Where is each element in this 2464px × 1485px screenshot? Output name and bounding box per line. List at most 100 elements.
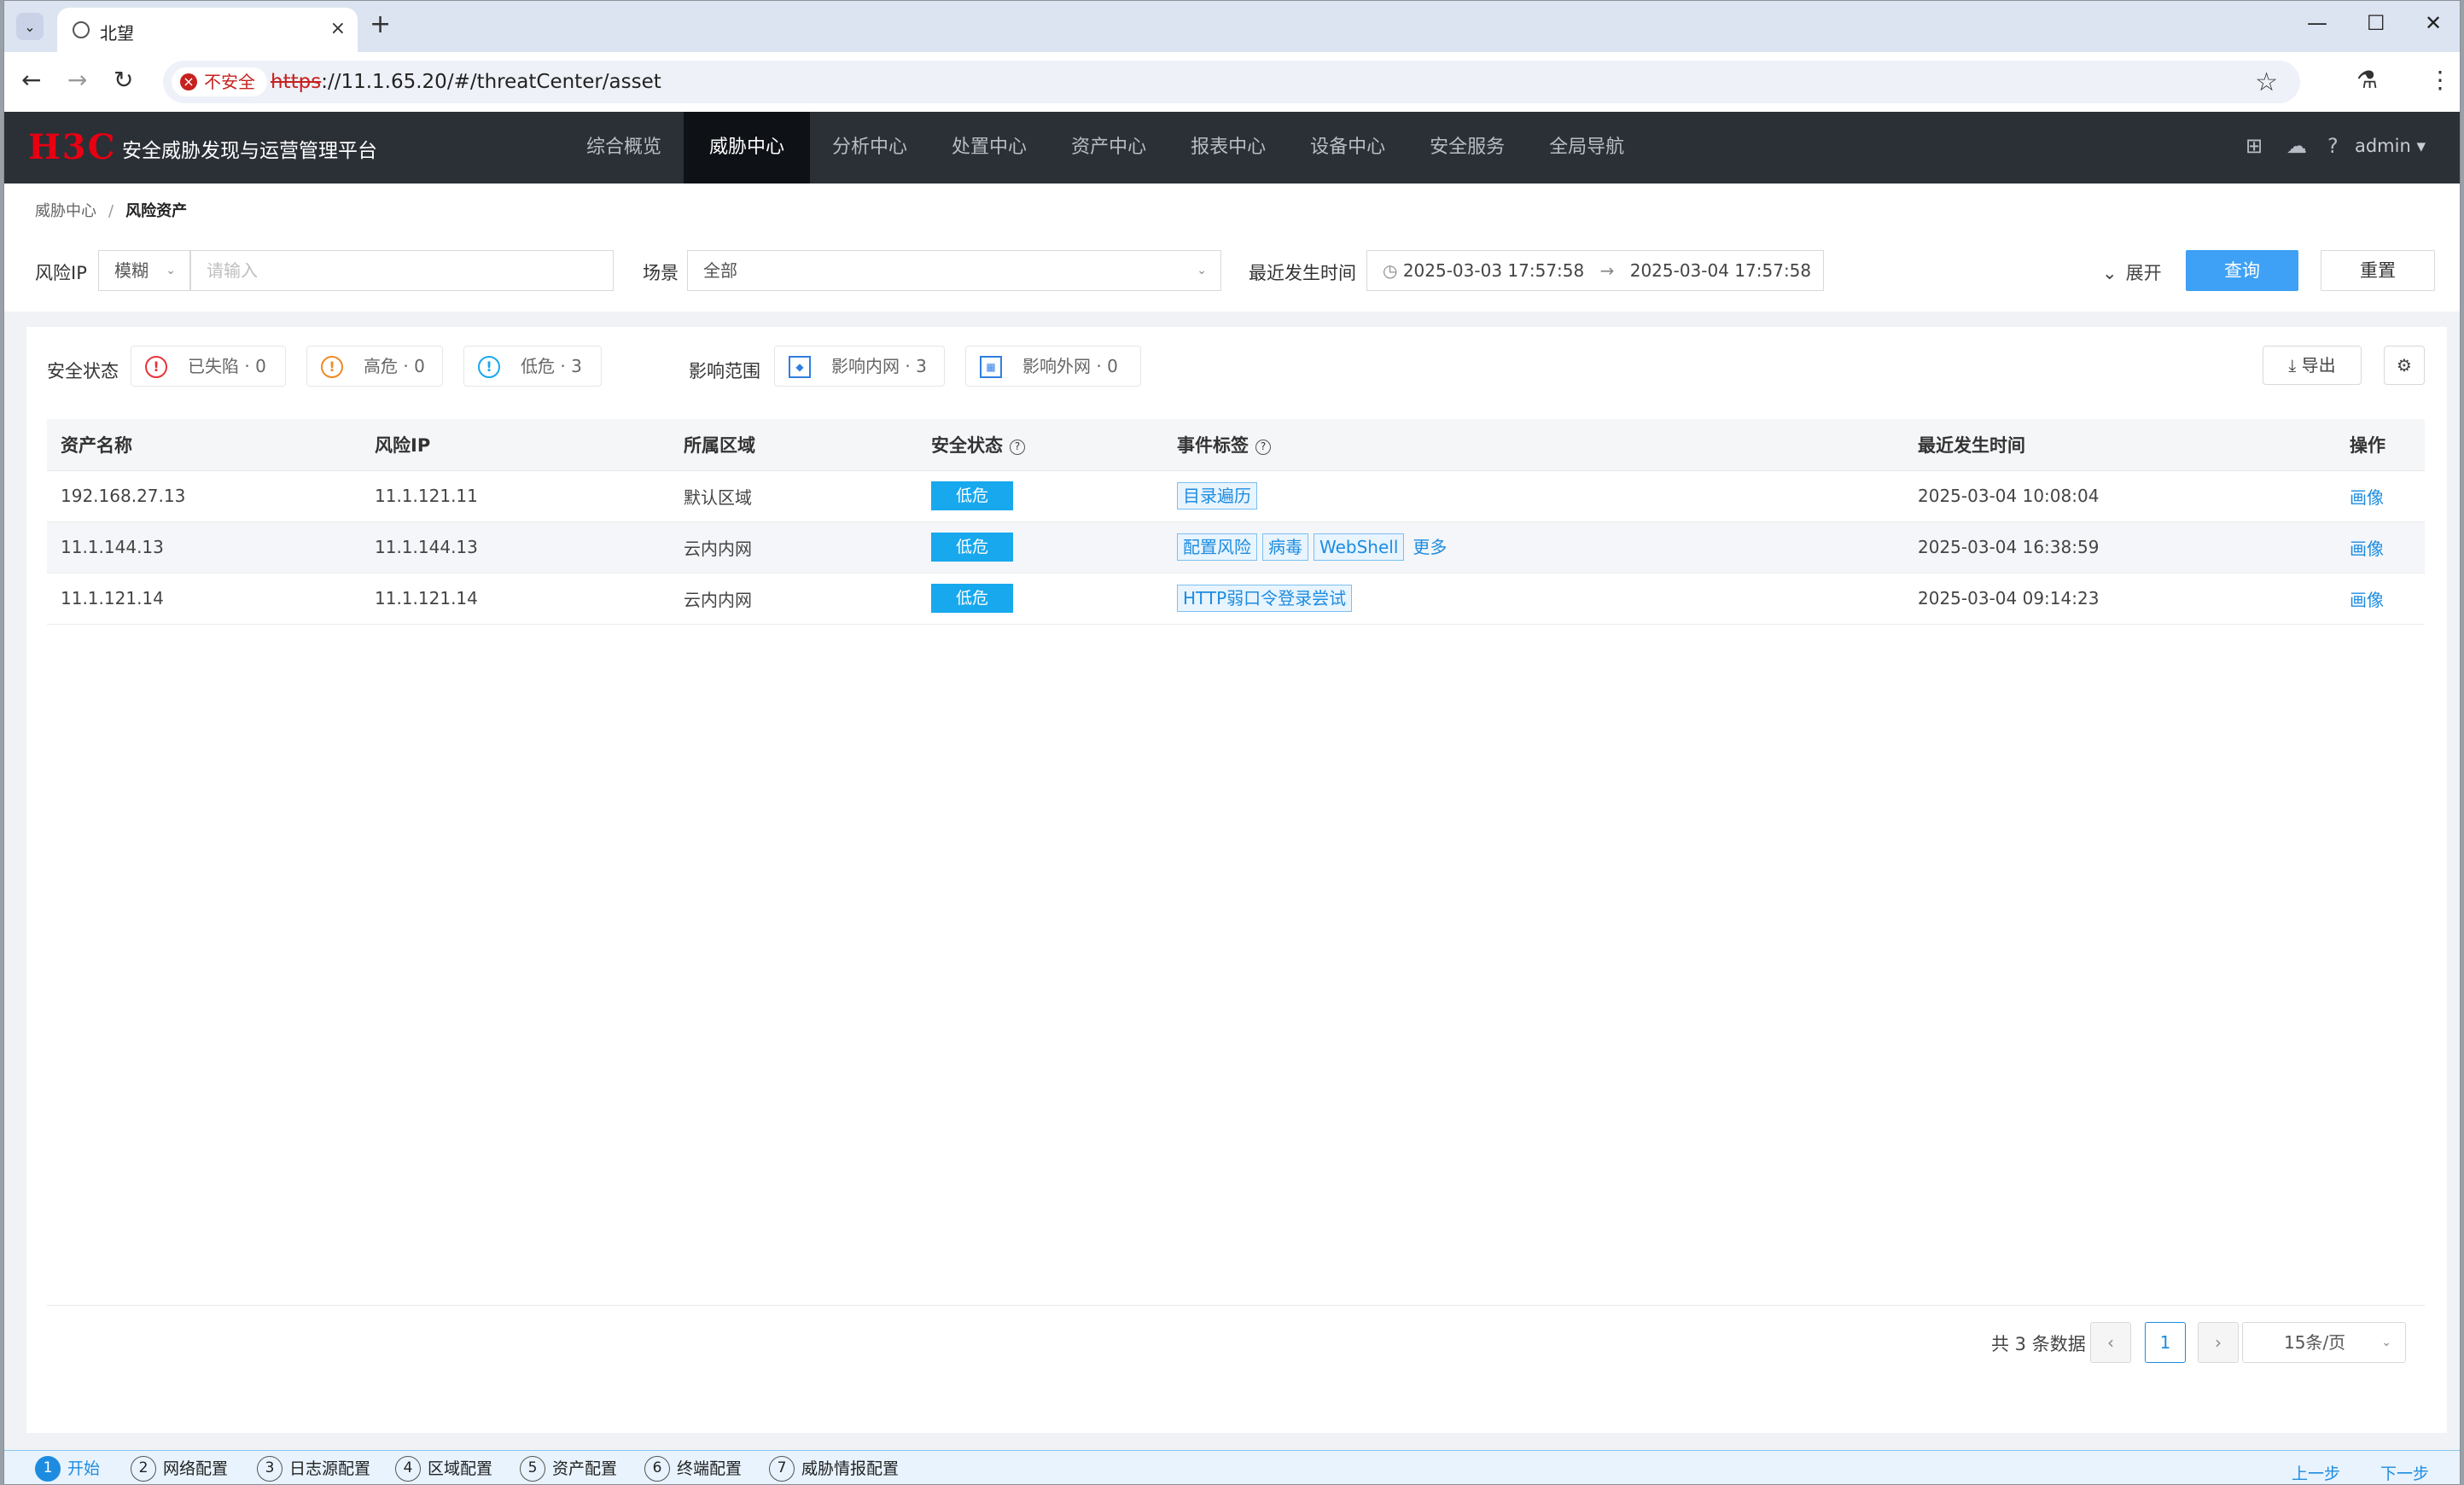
scene-select[interactable]: 全部 ⌄ <box>687 250 1221 291</box>
nav-security-service[interactable]: 安全服务 <box>1407 112 1527 183</box>
breadcrumb-separator: / <box>108 202 114 220</box>
col-event-tags[interactable]: 事件标签? <box>1163 419 1904 471</box>
address-bar[interactable]: 不安全 https://11.1.65.20/#/threatCenter/as… <box>163 61 2300 103</box>
more-tags-link[interactable]: 更多 <box>1413 537 1447 557</box>
globe-icon <box>73 21 90 38</box>
query-button[interactable]: 查询 <box>2186 250 2298 291</box>
profile-link[interactable]: 画像 <box>2350 539 2384 559</box>
wizard-step-4[interactable]: 4 区域配置 <box>395 1456 492 1482</box>
chevron-right-icon: › <box>2215 1332 2222 1353</box>
col-asset-name[interactable]: 资产名称 <box>47 419 361 471</box>
close-window-button[interactable]: ✕ <box>2425 11 2442 35</box>
bookmark-star-icon[interactable]: ☆ <box>2255 67 2278 97</box>
step-label: 开始 <box>67 1459 101 1478</box>
security-status-label: 安全状态 <box>47 361 119 381</box>
expand-toggle[interactable]: ⌄ 展开 <box>2102 259 2162 285</box>
event-tag[interactable]: 配置风险 <box>1177 533 1257 561</box>
impact-scope-label: 影响范围 <box>689 361 760 381</box>
nav-threat-center[interactable]: 威胁中心 <box>684 112 811 183</box>
chip-low[interactable]: ! 低危 · 3 <box>463 346 602 387</box>
col-status[interactable]: 安全状态? <box>917 419 1163 471</box>
minimize-button[interactable]: — <box>2307 11 2327 35</box>
topology-icon[interactable]: ⊞ <box>2246 134 2263 158</box>
user-menu[interactable]: admin ▾ <box>2355 136 2426 156</box>
profile-link[interactable]: 画像 <box>2350 590 2384 610</box>
forward-icon[interactable]: → <box>67 66 87 94</box>
back-icon[interactable]: ← <box>21 66 41 94</box>
table-row[interactable]: 192.168.27.13 11.1.121.11 默认区域 低危 目录遍历 2… <box>47 470 2425 522</box>
menu-dots-icon[interactable]: ⋮ <box>2428 66 2452 94</box>
nav-analysis-center[interactable]: 分析中心 <box>810 112 929 183</box>
next-page-button[interactable]: › <box>2198 1322 2239 1363</box>
settings-button[interactable]: ⚙ <box>2384 346 2425 385</box>
wizard-step-7[interactable]: 7 威胁情报配置 <box>769 1456 899 1482</box>
wizard-step-2[interactable]: 2 网络配置 <box>131 1456 228 1482</box>
breadcrumb-parent[interactable]: 威胁中心 <box>35 202 96 220</box>
chip-compromised[interactable]: ! 已失陷 · 0 <box>131 346 286 387</box>
col-last-time[interactable]: 最近发生时间 <box>1904 419 2336 471</box>
wizard-step-3[interactable]: 3 日志源配置 <box>257 1456 370 1482</box>
nav-report-center[interactable]: 报表中心 <box>1168 112 1288 183</box>
wizard-step-1[interactable]: 1 开始 <box>35 1456 100 1482</box>
prev-page-button[interactable]: ‹ <box>2090 1322 2131 1363</box>
alert-circle-icon: ! <box>145 356 167 378</box>
reset-button[interactable]: 重置 <box>2321 250 2435 291</box>
step-number: 5 <box>520 1456 545 1482</box>
url-path: ://11.1.65.20/#/threatCenter/asset <box>321 71 661 93</box>
maximize-button[interactable]: ☐ <box>2367 11 2385 35</box>
help-icon[interactable]: ? <box>2327 134 2339 158</box>
page-size-select[interactable]: 15条/页 ⌄ <box>2242 1322 2406 1363</box>
profile-link[interactable]: 画像 <box>2350 487 2384 508</box>
match-mode-select[interactable]: 模糊 ⌄ <box>98 250 190 291</box>
col-area[interactable]: 所属区域 <box>670 419 917 471</box>
risk-ip-input[interactable]: 请输入 <box>190 250 614 291</box>
tab-search-button[interactable]: ⌄ <box>16 13 44 40</box>
event-tag[interactable]: HTTP弱口令登录尝试 <box>1177 585 1353 612</box>
chip-high[interactable]: ! 高危 · 0 <box>306 346 443 387</box>
event-tag[interactable]: 病毒 <box>1262 533 1308 561</box>
app-header: H3C 安全威胁发现与运营管理平台 综合概览 威胁中心 分析中心 处置中心 资产… <box>4 112 2460 183</box>
wizard-next-button[interactable]: 下一步 <box>2380 1461 2429 1484</box>
col-event-tags-label: 事件标签 <box>1177 434 1249 456</box>
table-row[interactable]: 11.1.121.14 11.1.121.14 云内内网 低危 HTTP弱口令登… <box>47 573 2425 625</box>
new-tab-button[interactable]: + <box>370 9 391 39</box>
time-range-picker[interactable]: ◷ 2025-03-03 17:57:58 → 2025-03-04 17:57… <box>1366 250 1824 291</box>
nav-disposal-center[interactable]: 处置中心 <box>929 112 1049 183</box>
table-row[interactable]: 11.1.144.13 11.1.144.13 云内内网 低危 配置风险 病毒 We… <box>47 521 2425 574</box>
cell-area: 默认区域 <box>670 470 917 522</box>
question-icon[interactable]: ? <box>1255 439 1271 455</box>
time-start[interactable]: 2025-03-03 17:57:58 <box>1403 260 1584 281</box>
wizard-prev-button[interactable]: 上一步 <box>2292 1461 2340 1484</box>
browser-tab[interactable]: 北望 × <box>57 8 358 52</box>
question-icon[interactable]: ? <box>1010 439 1025 455</box>
status-badge: 低危 <box>931 533 1013 562</box>
nav-asset-center[interactable]: 资产中心 <box>1049 112 1168 183</box>
nav-global[interactable]: 全局导航 <box>1527 112 1646 183</box>
col-risk-ip[interactable]: 风险IP <box>361 419 670 471</box>
wizard-step-5[interactable]: 5 资产配置 <box>520 1456 617 1482</box>
event-tag[interactable]: WebShell <box>1314 533 1405 561</box>
export-button[interactable]: ⤓ 导出 <box>2263 346 2362 385</box>
url-scheme: https <box>271 71 322 93</box>
insecure-badge[interactable]: 不安全 <box>172 67 267 96</box>
chip-intranet[interactable]: ◆ 影响内网 · 3 <box>774 346 945 387</box>
tab-strip: ⌄ 北望 × + — ☐ ✕ <box>4 1 2460 52</box>
nav-overview[interactable]: 综合概览 <box>564 112 684 183</box>
reload-icon[interactable]: ↻ <box>114 66 133 94</box>
extranet-icon: ▦ <box>980 356 1002 378</box>
chip-extranet[interactable]: ▦ 影响外网 · 0 <box>965 346 1141 387</box>
page-number[interactable]: 1 <box>2145 1322 2186 1363</box>
step-label: 终端配置 <box>677 1459 743 1478</box>
export-label: 导出 <box>2301 355 2336 376</box>
close-tab-icon[interactable]: × <box>330 18 346 39</box>
time-end[interactable]: 2025-03-04 17:57:58 <box>1630 260 1811 281</box>
nav-device-center[interactable]: 设备中心 <box>1288 112 1407 183</box>
url-text[interactable]: https://11.1.65.20/#/threatCenter/asset <box>271 71 661 93</box>
chip-low-count: 3 <box>571 356 582 376</box>
event-tag[interactable]: 目录遍历 <box>1177 482 1257 510</box>
cloud-icon[interactable]: ☁ <box>2286 134 2307 158</box>
wizard-step-6[interactable]: 6 终端配置 <box>644 1456 742 1482</box>
labs-flask-icon[interactable]: ⚗ <box>2356 66 2378 94</box>
cell-asset-name: 192.168.27.13 <box>47 470 361 522</box>
breadcrumb: 威胁中心 / 风险资产 <box>4 183 2460 231</box>
